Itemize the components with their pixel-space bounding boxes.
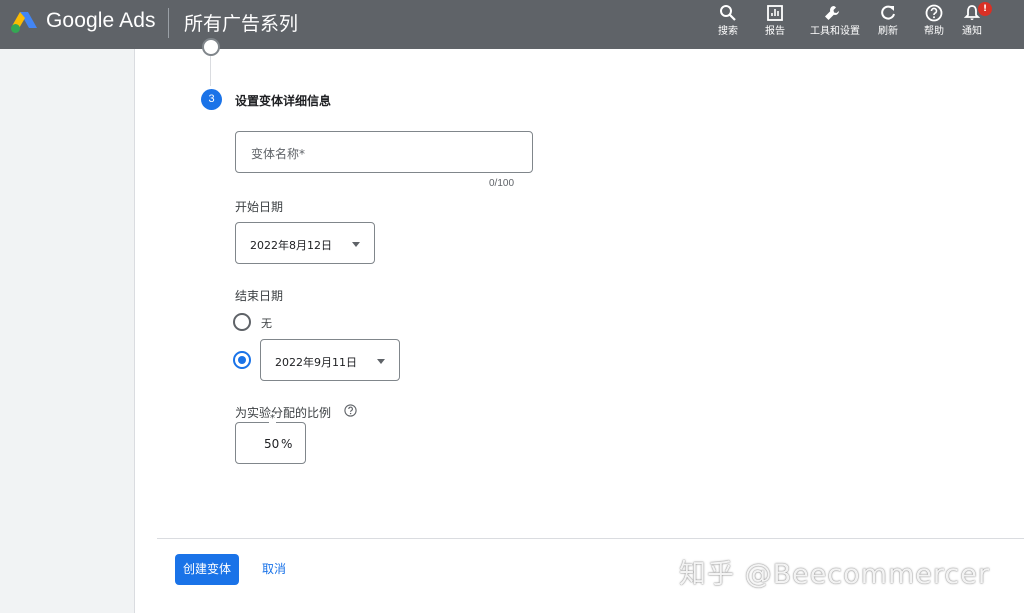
reports-button[interactable]: 报告	[753, 4, 797, 38]
left-sidebar	[0, 49, 135, 613]
notification-badge: !	[978, 2, 992, 16]
reports-label: 报告	[765, 26, 785, 37]
refresh-icon	[881, 5, 895, 20]
character-counter: 0/100	[489, 178, 515, 189]
refresh-label: 刷新	[878, 26, 898, 37]
wrench-icon	[825, 6, 839, 20]
start-date-dropdown[interactable]: 2022年8月12日	[235, 222, 375, 264]
search-icon	[720, 5, 736, 21]
end-date-none-radio[interactable]	[233, 313, 251, 331]
variant-name-placeholder: 变体名称*	[251, 147, 306, 161]
end-date-specific-radio[interactable]	[233, 351, 251, 369]
end-date-dropdown[interactable]: 2022年9月11日	[260, 339, 400, 381]
split-percentage-input[interactable]: 50 %	[235, 422, 306, 464]
brand-name[interactable]: Google Ads	[46, 9, 156, 33]
top-app-bar: Google Ads 所有广告系列 搜索 报告 工具和设置 刷新 帮助 ! 通知	[0, 0, 1024, 49]
watermark-text: 知乎 @Beecommercer	[679, 559, 990, 590]
chevron-down-icon	[352, 242, 360, 247]
step-title: 设置变体详细信息	[235, 94, 332, 108]
refresh-button[interactable]: 刷新	[866, 4, 910, 38]
brand-divider	[168, 8, 169, 38]
search-label: 搜索	[718, 26, 738, 37]
start-date-label: 开始日期	[235, 200, 284, 214]
required-asterisk: *	[269, 413, 276, 424]
split-value: 50	[264, 437, 280, 451]
end-date-label: 结束日期	[235, 289, 284, 303]
help-circle-icon	[925, 4, 943, 22]
end-date-value: 2022年9月11日	[275, 356, 357, 369]
page-title[interactable]: 所有广告系列	[184, 9, 298, 36]
end-date-none-label: 无	[261, 317, 272, 330]
search-button[interactable]: 搜索	[706, 4, 750, 38]
step-number-badge: 3	[201, 89, 222, 110]
notifications-label: 通知	[962, 26, 982, 37]
footer-divider	[157, 538, 1024, 539]
reports-icon	[767, 5, 783, 21]
previous-step-circle	[202, 38, 220, 56]
notifications-button[interactable]: ! 通知	[950, 2, 994, 38]
start-date-value: 2022年8月12日	[250, 239, 332, 252]
step-connector-line	[210, 56, 211, 86]
create-variant-button[interactable]: 创建变体	[175, 554, 239, 585]
chevron-down-icon	[377, 359, 385, 364]
tools-button[interactable]: 工具和设置	[810, 4, 860, 38]
google-ads-logo-icon	[11, 12, 37, 33]
question-circle-icon[interactable]	[344, 404, 357, 417]
cancel-button[interactable]: 取消	[254, 554, 294, 585]
tools-label: 工具和设置	[810, 26, 860, 37]
percent-unit: %	[281, 437, 293, 451]
variant-name-input[interactable]: 变体名称*	[235, 131, 533, 173]
split-label: 为实验分配的比例	[235, 406, 332, 420]
